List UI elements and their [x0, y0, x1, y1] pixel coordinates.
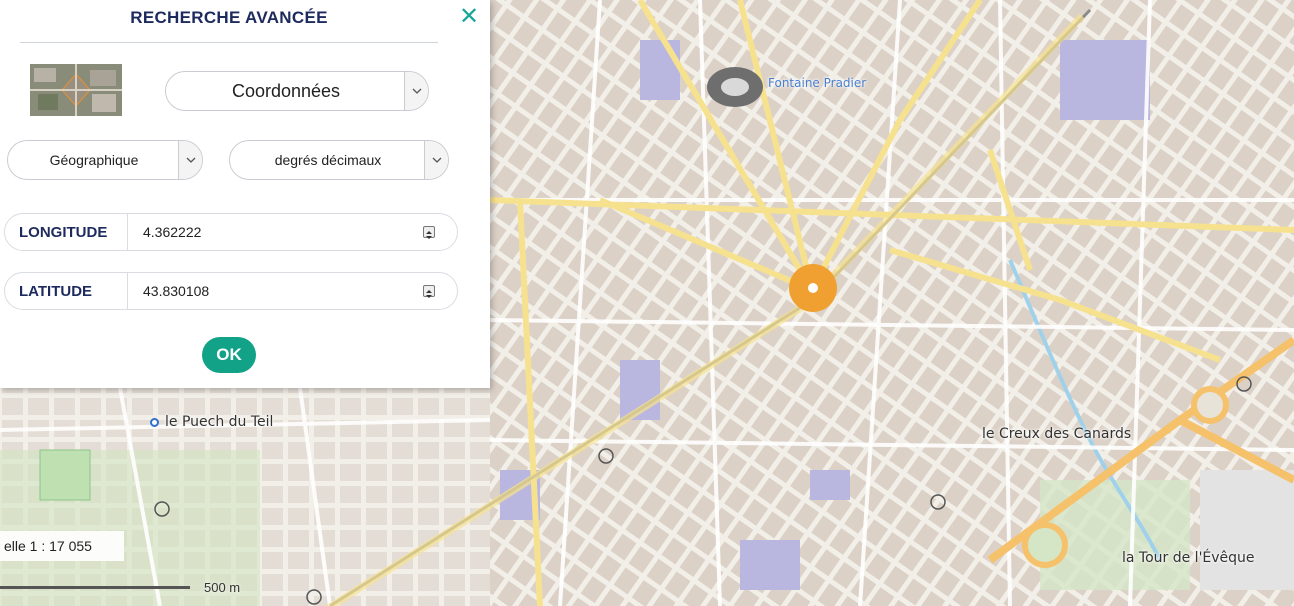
map-label-creux: le Creux des Canards: [982, 426, 1132, 442]
map-label-puech-text: le Puech du Teil: [165, 414, 274, 430]
latitude-row: LATITUDE 43.830108: [4, 272, 458, 310]
map-label-fontaine: Fontaine Pradier: [768, 76, 867, 90]
map-scale-ratio: elle 1 : 17 055: [0, 531, 124, 561]
longitude-input[interactable]: 4.362222: [143, 214, 201, 250]
latitude-input[interactable]: 43.830108: [143, 273, 209, 309]
aerial-thumbnail[interactable]: [30, 64, 122, 116]
poi-marker-icon: [150, 417, 159, 427]
system-select[interactable]: Géographique: [7, 140, 203, 180]
spinner-icon[interactable]: [423, 285, 435, 298]
advanced-search-panel: RECHERCHE AVANCÉE ✕ Coordonnées Géograph…: [0, 0, 490, 388]
location-marker-icon: [789, 264, 837, 312]
close-icon[interactable]: ✕: [456, 4, 482, 30]
latitude-separator: [127, 273, 128, 309]
latitude-label: LATITUDE: [19, 283, 93, 300]
map-scale-bar: [0, 586, 190, 589]
spinner-icon[interactable]: [423, 226, 435, 239]
search-mode-value: Coordonnées: [231, 81, 341, 101]
search-mode-select[interactable]: Coordonnées: [165, 71, 429, 111]
map-label-puech: le Puech du Teil: [150, 414, 273, 430]
longitude-label: LONGITUDE: [19, 224, 108, 241]
panel-divider: [20, 42, 438, 43]
unit-value: degrés décimaux: [274, 152, 382, 168]
system-value: Géographique: [49, 152, 139, 168]
chevron-down-icon: [178, 141, 202, 179]
chevron-down-icon: [424, 141, 448, 179]
longitude-row: LONGITUDE 4.362222: [4, 213, 458, 251]
longitude-separator: [127, 214, 128, 250]
panel-title: RECHERCHE AVANCÉE: [130, 8, 328, 27]
map-label-tour: la Tour de l'Évêque: [1122, 550, 1255, 566]
map-scale-distance: 500 m: [204, 580, 241, 595]
unit-select[interactable]: degrés décimaux: [229, 140, 449, 180]
ok-button[interactable]: OK: [202, 337, 256, 373]
chevron-down-icon: [404, 72, 428, 110]
